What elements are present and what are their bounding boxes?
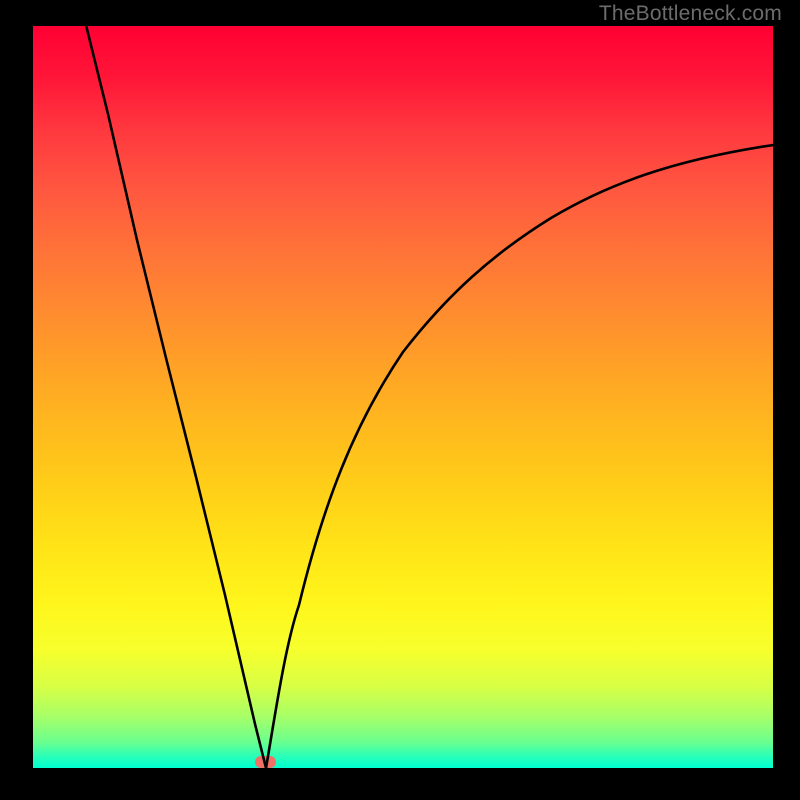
chart-frame: TheBottleneck.com	[0, 0, 800, 800]
plot-area	[33, 26, 773, 768]
curve-left-branch	[85, 26, 266, 768]
bottleneck-curve	[33, 26, 773, 768]
watermark-text: TheBottleneck.com	[599, 2, 782, 26]
curve-right-branch	[266, 145, 773, 768]
